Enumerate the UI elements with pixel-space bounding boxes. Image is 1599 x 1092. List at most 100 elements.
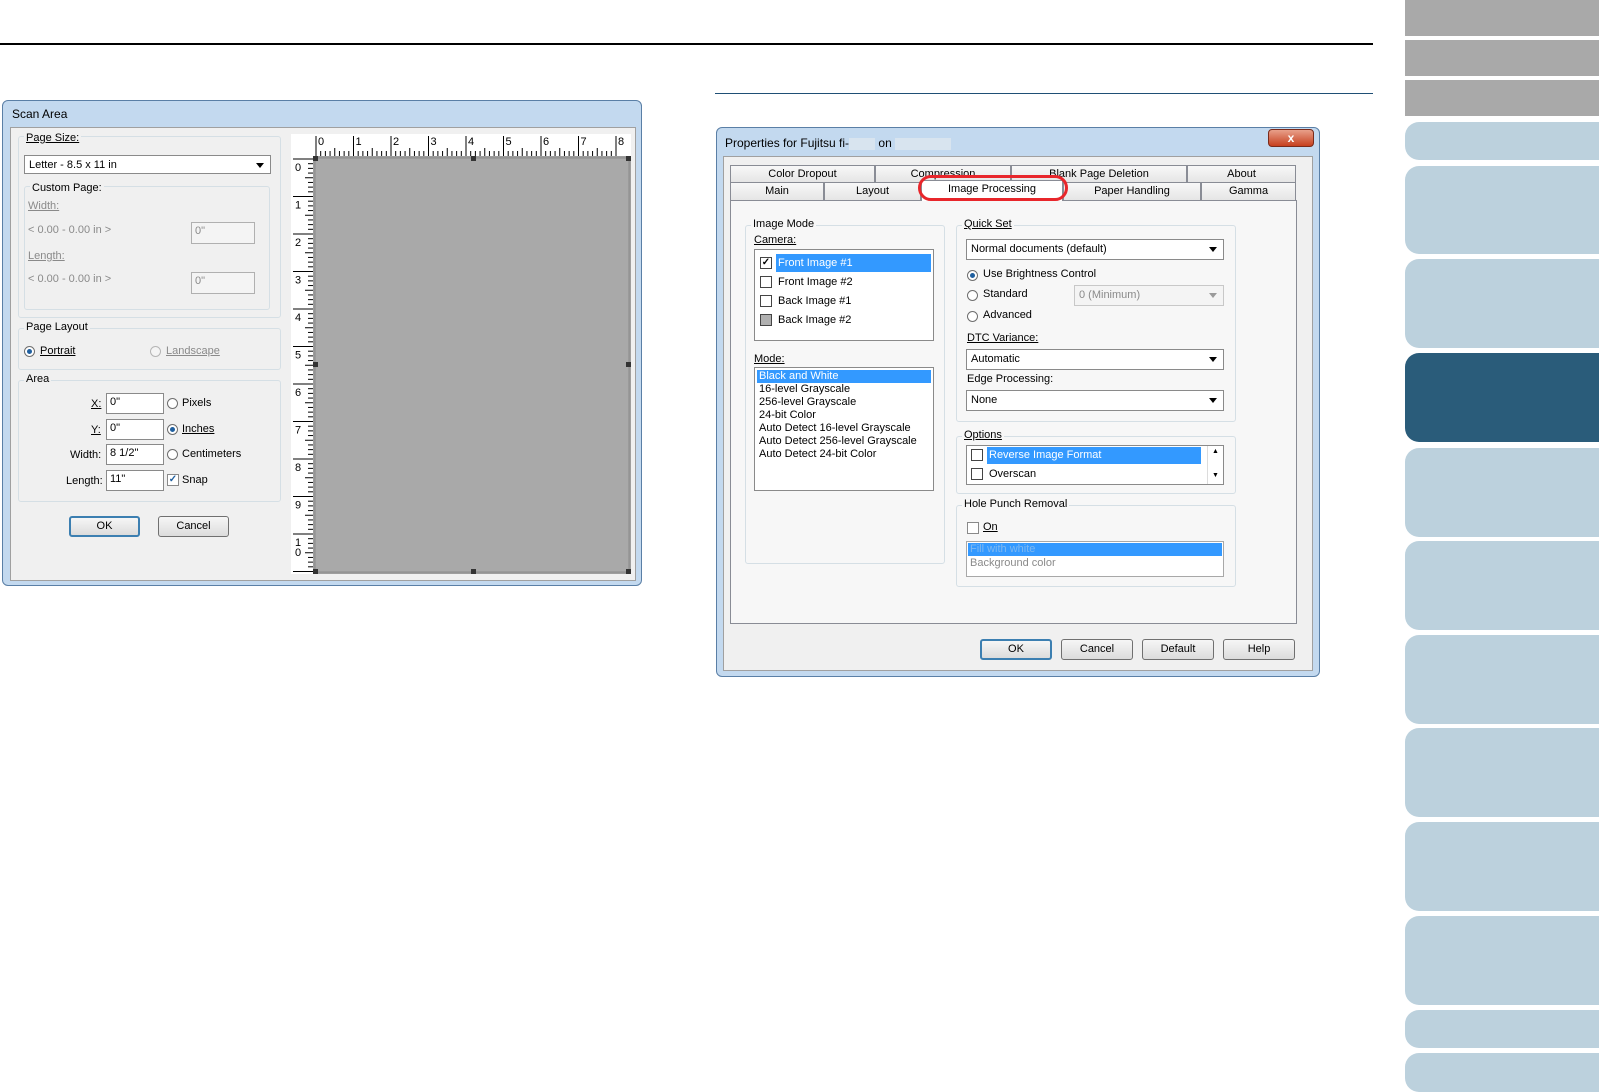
fill-item[interactable]: Fill with white bbox=[968, 543, 1222, 556]
side-tab-8[interactable] bbox=[1405, 448, 1599, 537]
side-tab-14[interactable] bbox=[1405, 1010, 1599, 1048]
mode-item[interactable]: Auto Detect 16-level Grayscale bbox=[757, 422, 931, 435]
front2-checkbox[interactable] bbox=[760, 276, 772, 288]
front1-checkbox[interactable]: ✓ bbox=[760, 257, 772, 269]
tab-paper-handling[interactable]: Paper Handling bbox=[1063, 182, 1201, 200]
side-tab-3[interactable] bbox=[1405, 80, 1599, 116]
side-tab-10[interactable] bbox=[1405, 635, 1599, 724]
side-tab-6[interactable] bbox=[1405, 259, 1599, 348]
list-item[interactable]: ✓ Front Image #1 bbox=[759, 254, 931, 272]
dialog-client: Page Size: Letter - 8.5 x 11 in Custom P… bbox=[10, 127, 636, 581]
quick-set-label: Quick Set bbox=[962, 218, 1014, 230]
cancel-button[interactable]: Cancel bbox=[158, 516, 229, 537]
standard-select[interactable]: 0 (Minimum) bbox=[1074, 285, 1224, 306]
tab-color-dropout[interactable]: Color Dropout bbox=[730, 165, 875, 182]
x-label: X: bbox=[91, 398, 102, 410]
use-brightness-radio[interactable] bbox=[967, 270, 978, 281]
cancel-button[interactable]: Cancel bbox=[1061, 639, 1133, 660]
standard-label: Standard bbox=[983, 288, 1028, 300]
scroll-up-icon[interactable]: ▲ bbox=[1208, 446, 1223, 458]
scrollbar[interactable]: ▲ ▼ bbox=[1207, 446, 1223, 484]
resize-handle bbox=[626, 569, 631, 574]
side-tab-11[interactable] bbox=[1405, 728, 1599, 817]
top-rule bbox=[0, 43, 1373, 45]
back2-checkbox[interactable] bbox=[760, 314, 772, 326]
quick-set-select[interactable]: Normal documents (default) bbox=[966, 239, 1224, 260]
side-tab-1[interactable] bbox=[1405, 0, 1599, 36]
mode-item[interactable]: Black and White bbox=[757, 370, 931, 383]
custom-width-field[interactable]: 0" bbox=[191, 222, 255, 244]
side-tab-7-active[interactable] bbox=[1405, 353, 1599, 442]
help-button[interactable]: Help bbox=[1223, 639, 1295, 660]
list-item[interactable]: Front Image #2 bbox=[759, 273, 929, 291]
section-rule bbox=[715, 93, 1373, 94]
mode-item[interactable]: Auto Detect 24-bit Color bbox=[757, 448, 931, 461]
edge-label: Edge Processing: bbox=[967, 373, 1054, 385]
reverse-image-checkbox[interactable] bbox=[971, 449, 983, 461]
mode-item[interactable]: 256-level Grayscale bbox=[757, 396, 931, 409]
hole-punch-label: Hole Punch Removal bbox=[962, 498, 1070, 510]
side-tab-2[interactable] bbox=[1405, 40, 1599, 76]
portrait-radio[interactable] bbox=[24, 346, 35, 357]
tab-main[interactable]: Main bbox=[730, 182, 824, 200]
list-item[interactable]: Back Image #1 bbox=[759, 292, 929, 310]
area-width-label: Width: bbox=[70, 449, 102, 461]
area-width-field[interactable]: 8 1/2" bbox=[106, 444, 164, 465]
ok-button[interactable]: OK bbox=[69, 516, 140, 537]
inches-radio[interactable] bbox=[167, 424, 178, 435]
tab-about[interactable]: About bbox=[1187, 165, 1296, 182]
side-tab-9[interactable] bbox=[1405, 541, 1599, 630]
dtc-select[interactable]: Automatic bbox=[966, 349, 1224, 370]
close-icon[interactable]: x bbox=[1268, 129, 1314, 147]
landscape-radio[interactable] bbox=[150, 346, 161, 357]
page-size-select[interactable]: Letter - 8.5 x 11 in bbox=[24, 155, 271, 174]
list-item[interactable]: Back Image #2 bbox=[759, 311, 929, 329]
x-field[interactable]: 0" bbox=[106, 393, 164, 414]
mode-item[interactable]: Auto Detect 256-level Grayscale bbox=[757, 435, 931, 448]
snap-checkbox[interactable]: ✓ bbox=[167, 474, 179, 486]
ruler-label: 2 bbox=[295, 237, 301, 249]
camera-item-label: Back Image #2 bbox=[778, 314, 852, 326]
resize-handle bbox=[313, 569, 318, 574]
options-item[interactable]: Overscan bbox=[989, 466, 1036, 483]
mode-item[interactable]: 16-level Grayscale bbox=[757, 383, 931, 396]
side-tab-13[interactable] bbox=[1405, 916, 1599, 1005]
mode-item[interactable]: 24-bit Color bbox=[757, 409, 931, 422]
centimeters-radio[interactable] bbox=[167, 449, 178, 460]
hole-punch-on-label: On bbox=[983, 521, 998, 533]
preview-frame: 012345678 012345678910 bbox=[291, 134, 631, 574]
title-prefix: Properties for Fujitsu fi- bbox=[725, 136, 850, 150]
edge-select[interactable]: None bbox=[966, 390, 1224, 411]
advanced-label: Advanced bbox=[983, 309, 1032, 321]
side-tab-15[interactable] bbox=[1405, 1053, 1599, 1092]
portrait-label: Portrait bbox=[40, 345, 76, 357]
resize-handle bbox=[313, 156, 318, 161]
custom-length-field[interactable]: 0" bbox=[191, 272, 255, 294]
default-button[interactable]: Default bbox=[1142, 639, 1214, 660]
side-tab-5[interactable] bbox=[1405, 166, 1599, 254]
standard-value: 0 (Minimum) bbox=[1079, 289, 1141, 301]
standard-radio[interactable] bbox=[967, 290, 978, 301]
resize-handle bbox=[313, 362, 318, 367]
area-length-field[interactable]: 11" bbox=[106, 470, 164, 491]
tab-gamma[interactable]: Gamma bbox=[1201, 182, 1296, 200]
hole-punch-on-checkbox[interactable] bbox=[967, 522, 979, 534]
scroll-down-icon[interactable]: ▼ bbox=[1208, 470, 1223, 482]
pixels-label: Pixels bbox=[182, 397, 212, 409]
advanced-radio[interactable] bbox=[967, 311, 978, 322]
y-field[interactable]: 0" bbox=[106, 419, 164, 440]
back1-checkbox[interactable] bbox=[760, 295, 772, 307]
side-tab-4[interactable] bbox=[1405, 122, 1599, 160]
side-tab-12[interactable] bbox=[1405, 822, 1599, 911]
tab-layout[interactable]: Layout bbox=[824, 182, 921, 200]
length-range: < 0.00 - 0.00 in > bbox=[28, 273, 112, 285]
chevron-down-icon bbox=[1209, 398, 1217, 403]
settings-panel: Page Size: Letter - 8.5 x 11 in Custom P… bbox=[11, 128, 289, 580]
ok-button[interactable]: OK bbox=[980, 639, 1052, 660]
camera-list: ✓ Front Image #1 Front Image #2 Back Ima… bbox=[754, 249, 934, 341]
overscan-checkbox[interactable] bbox=[971, 468, 983, 480]
scan-area-dialog: Scan Area Page Size: Letter - 8.5 x 11 i… bbox=[2, 100, 642, 586]
pixels-radio[interactable] bbox=[167, 398, 178, 409]
options-item[interactable]: Reverse Image Format bbox=[987, 447, 1201, 464]
fill-item[interactable]: Background color bbox=[968, 556, 1056, 570]
